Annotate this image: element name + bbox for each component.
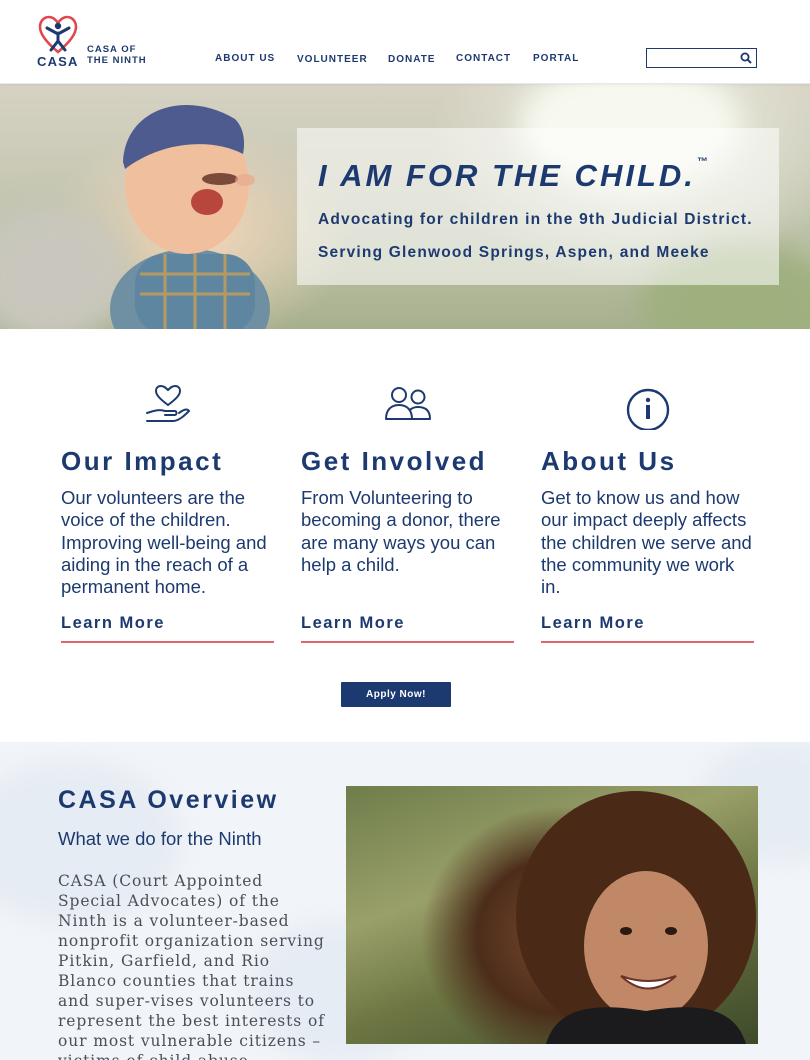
apply-now-button[interactable]: Apply Now!	[341, 682, 451, 707]
overview-body: CASA (Court Appointed Special Advocates)…	[58, 872, 325, 1060]
overview-girl-photo	[346, 786, 758, 1044]
nav-contact[interactable]: CONTACT	[456, 53, 511, 64]
nav-portal[interactable]: PORTAL	[533, 53, 579, 64]
search-icon[interactable]	[740, 52, 752, 64]
underline-divider	[61, 641, 274, 643]
nav-about-us[interactable]: ABOUT US	[215, 53, 275, 64]
org-name-line1: CASA OF	[87, 44, 137, 55]
underline-divider	[301, 641, 514, 643]
site-header: CASA CASA OF THE NINTH ABOUT US VOLUNTEE…	[0, 0, 810, 84]
people-icon	[385, 387, 431, 420]
org-name[interactable]: CASA OF THE NINTH	[87, 44, 147, 66]
hero-subtitle-2: Serving Glenwood Springs, Aspen, and Mee…	[318, 244, 710, 261]
learn-more-link[interactable]: Learn More	[61, 614, 165, 633]
nav-volunteer[interactable]: VOLUNTEER	[297, 54, 368, 65]
learn-more-link[interactable]: Learn More	[301, 614, 405, 633]
hero-title: I AM FOR THE CHILD.	[318, 158, 696, 193]
card-title: Our Impact	[61, 446, 224, 476]
hero-child-photo	[110, 105, 270, 329]
casa-overview-section: CASA Overview What we do for the Ninth C…	[0, 742, 810, 1060]
learn-more-link[interactable]: Learn More	[541, 614, 645, 633]
hero-banner: I AM FOR THE CHILD. ™ Advocating for chi…	[0, 84, 810, 329]
nav-donate[interactable]: DONATE	[388, 54, 435, 65]
underline-divider	[541, 641, 754, 643]
org-name-line2: THE NINTH	[87, 55, 147, 66]
card-text: From Volunteering to becoming a donor, t…	[301, 487, 501, 575]
card-text: Our volunteers are the voice of the chil…	[61, 487, 267, 598]
heart-in-hand-icon	[146, 384, 191, 422]
card-text: Get to know us and how our impact deeply…	[541, 487, 752, 598]
logo-wordmark[interactable]: CASA	[37, 54, 79, 69]
girl-portrait-illustration	[516, 791, 756, 1044]
info-icon	[626, 388, 670, 430]
search-input[interactable]	[646, 48, 757, 68]
card-title: Get Involved	[301, 446, 488, 476]
hero-subtitle-1: Advocating for children in the 9th Judic…	[318, 211, 753, 228]
overview-subtitle: What we do for the Ninth	[58, 828, 262, 849]
overview-title: CASA Overview	[58, 786, 279, 814]
trademark-mark: ™	[697, 156, 708, 168]
card-title: About Us	[541, 446, 677, 476]
